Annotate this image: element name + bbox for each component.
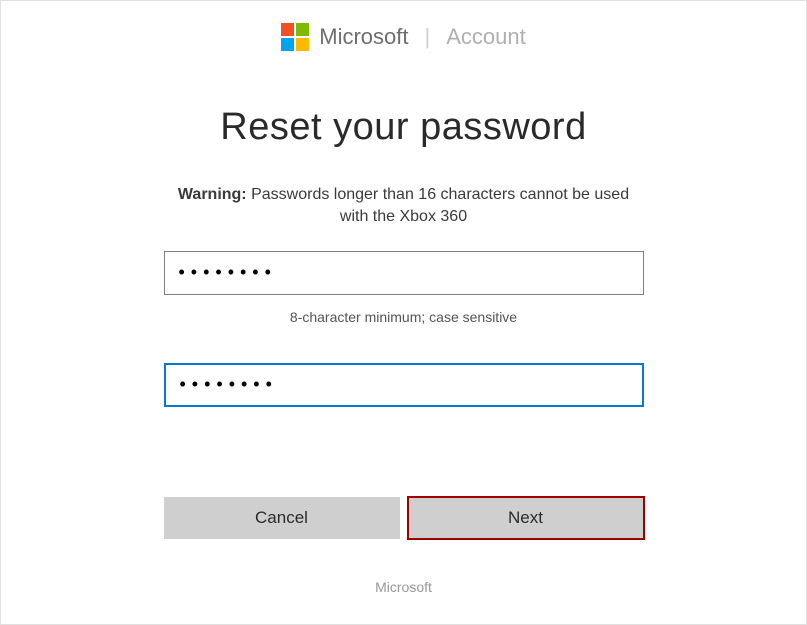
password-hint: 8-character minimum; case sensitive (164, 309, 644, 325)
confirm-password-input[interactable] (164, 363, 644, 407)
divider-icon: | (425, 24, 431, 50)
password-field-wrap (164, 251, 644, 295)
next-button[interactable]: Next (408, 497, 644, 539)
page-title: Reset your password (164, 106, 644, 149)
warning-body: Passwords longer than 16 characters cann… (247, 186, 629, 225)
footer-text: Microsoft (164, 579, 644, 595)
warning-label: Warning: (178, 186, 247, 203)
cancel-button[interactable]: Cancel (164, 497, 400, 539)
brand-label: Microsoft (319, 24, 408, 50)
warning-text: Warning: Passwords longer than 16 charac… (164, 184, 644, 229)
new-password-input[interactable] (164, 251, 644, 295)
main-content: Reset your password Warning: Passwords l… (164, 106, 644, 595)
header: Microsoft | Account (1, 1, 806, 51)
microsoft-logo-icon (281, 23, 309, 51)
confirm-password-field-wrap (164, 363, 644, 407)
section-label: Account (446, 24, 526, 50)
button-row: Cancel Next (164, 497, 644, 539)
